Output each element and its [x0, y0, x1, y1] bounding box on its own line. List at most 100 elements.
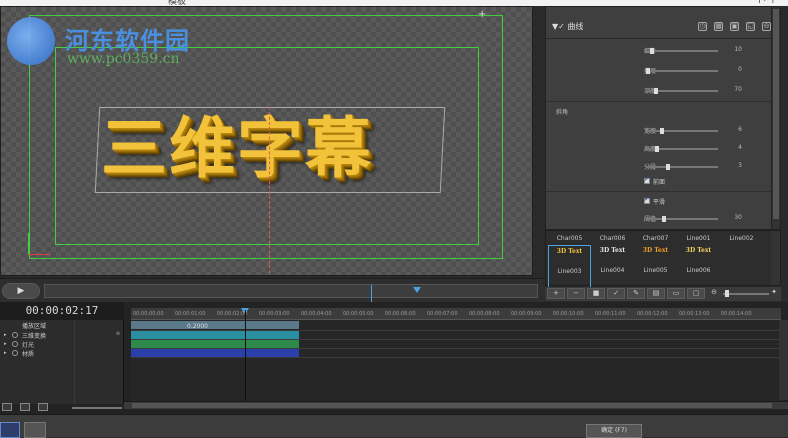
ruler-tick: 00:00:10:00	[553, 311, 584, 317]
front-checkbox-row[interactable]: 前面	[644, 175, 704, 188]
slider-value[interactable]: 3	[738, 162, 742, 169]
edit-icon[interactable]: ✎	[627, 288, 645, 299]
slider-label: 宽度	[576, 126, 656, 135]
stop-icon[interactable]: ■	[587, 288, 605, 299]
gallery-item[interactable]: Char007	[634, 235, 677, 242]
disable-icon[interactable]: ⊘	[116, 331, 120, 337]
slider-track[interactable]	[646, 166, 718, 168]
x-axis-gizmo	[28, 254, 50, 255]
gallery-zoom-knob[interactable]	[725, 290, 729, 297]
style-gallery: Char005 Char006 Char007 Line001 Line002 …	[545, 230, 781, 291]
slider-knob[interactable]	[662, 216, 666, 222]
gallery-item[interactable]: Char005	[548, 235, 591, 242]
mode-tab[interactable]	[24, 422, 46, 438]
check-icon[interactable]: ✓	[607, 288, 625, 299]
timeline-vertical-scrollbar[interactable]	[779, 320, 788, 400]
gallery-item-selected[interactable]: 3D Text Line003	[548, 245, 591, 291]
smooth-checkbox-row[interactable]: 平滑	[644, 195, 704, 208]
preview-scrubber[interactable]	[44, 284, 538, 298]
slider-value[interactable]: 4	[738, 144, 742, 151]
light-clip[interactable]	[131, 340, 299, 348]
slider-knob[interactable]	[646, 68, 650, 74]
grid-icon[interactable]: ▦	[714, 22, 723, 31]
play-button[interactable]: ▶	[2, 283, 40, 299]
track-header-light[interactable]: ▸ 灯光	[0, 340, 124, 349]
expand-icon[interactable]: ▸	[4, 341, 7, 347]
monitor-icon[interactable]: ▢	[687, 288, 705, 299]
view-mode-icon[interactable]	[2, 403, 12, 411]
current-time-display[interactable]: 00:00:02:17	[0, 302, 124, 320]
folder-icon[interactable]: ▭	[667, 288, 685, 299]
scrollbar-thumb[interactable]	[773, 9, 779, 219]
zoom-in-icon[interactable]: ✦	[765, 288, 783, 299]
gallery-scrollbar[interactable]	[771, 231, 780, 285]
track-header-material[interactable]: ▸ 材质	[0, 349, 124, 358]
time-ruler[interactable]: 00:00:00:00 00:00:01:00 00:00:02:00 00:0…	[131, 308, 781, 320]
viewport-anchor-icon[interactable]: +	[478, 9, 486, 20]
minus-icon[interactable]: ⊖	[762, 22, 771, 31]
smooth-checkbox[interactable]	[644, 195, 650, 204]
slider-knob[interactable]	[650, 48, 654, 54]
remove-icon[interactable]: −	[567, 288, 585, 299]
transport-bar: ▶	[0, 278, 545, 303]
gallery-item[interactable]: 3D Text Line006	[677, 245, 720, 274]
expand-icon[interactable]: ▸	[4, 350, 7, 356]
playhead-line[interactable]	[245, 310, 246, 406]
timeline-horizontal-scrollbar[interactable]	[124, 401, 788, 409]
slider-track[interactable]	[646, 70, 718, 72]
clock-icon[interactable]: ◷	[698, 22, 707, 31]
snap-icon[interactable]	[20, 403, 30, 411]
slider-value[interactable]: 10	[734, 46, 742, 53]
curve-section-header[interactable]: ▼✓ 曲线 ◷ ▦ ▣ ◱ ⊖	[546, 15, 780, 39]
gallery-item-name: Line001	[686, 235, 711, 242]
apply-button[interactable]: 确定 (F7)	[586, 424, 642, 438]
panel-scrollbar[interactable]	[771, 7, 780, 229]
slider-value[interactable]: 0	[738, 66, 742, 73]
track-header-3d-transform[interactable]: ▸ 三维变换 ⊘	[0, 331, 124, 340]
image-icon[interactable]: ▤	[647, 288, 665, 299]
gallery-item-name: Line003	[557, 268, 582, 275]
slider-track[interactable]	[646, 130, 718, 132]
playback-range-clip[interactable]: 0.2000	[131, 321, 299, 330]
slider-row-segments: 分段 3	[546, 157, 780, 177]
ruler-tick: 00:00:12:00	[637, 311, 668, 317]
timeline-zoom-slider[interactable]	[72, 407, 122, 409]
row-divider	[131, 357, 781, 358]
mode-tab-active[interactable]	[0, 422, 20, 438]
resize-icon[interactable]: ◱	[746, 22, 755, 31]
gallery-item[interactable]: Line001	[677, 235, 720, 242]
slider-knob[interactable]	[655, 146, 659, 152]
material-clip[interactable]	[131, 349, 299, 357]
gallery-item[interactable]: Line002	[720, 235, 763, 242]
gallery-item-name: Line005	[643, 267, 668, 274]
curve-section-label[interactable]: ▼✓ 曲线	[552, 21, 583, 32]
slider-value[interactable]: 30	[734, 214, 742, 221]
track-header-playback[interactable]: 播放区域	[0, 321, 124, 330]
scrubber-handle[interactable]	[413, 287, 421, 293]
front-checkbox[interactable]	[644, 175, 650, 184]
frame-icon[interactable]: ▣	[730, 22, 739, 31]
slider-knob[interactable]	[654, 88, 658, 94]
add-icon[interactable]: +	[547, 288, 565, 299]
slider-track[interactable]	[646, 218, 718, 220]
preview-viewport[interactable]: 河东软件园 www.pc0359.cn 三维字幕 +	[0, 6, 533, 276]
slider-value[interactable]: 70	[734, 86, 742, 93]
gallery-item[interactable]: 3D Text Line004	[591, 245, 634, 274]
slider-value[interactable]: 6	[738, 126, 742, 133]
layout-icon[interactable]	[38, 403, 48, 411]
track-area[interactable]: 0.2000	[131, 320, 781, 404]
3d-title-text[interactable]: 三维字幕	[101, 105, 441, 191]
scrollbar-thumb[interactable]	[132, 403, 772, 408]
slider-knob[interactable]	[666, 164, 670, 170]
keyframe-value[interactable]: 0.2000	[187, 323, 208, 330]
slider-label: 细分	[576, 46, 656, 55]
slider-knob[interactable]	[660, 128, 664, 134]
gallery-zoom-slider[interactable]	[723, 293, 769, 295]
zoom-out-icon[interactable]: ⊖	[705, 288, 723, 299]
expand-icon[interactable]: ▸	[4, 332, 7, 338]
gallery-item[interactable]: Char006	[591, 235, 634, 242]
slider-track[interactable]	[646, 50, 718, 52]
transform-clip[interactable]	[131, 331, 299, 339]
gallery-item-name: Line006	[686, 267, 711, 274]
gallery-item[interactable]: 3D Text Line005	[634, 245, 677, 274]
